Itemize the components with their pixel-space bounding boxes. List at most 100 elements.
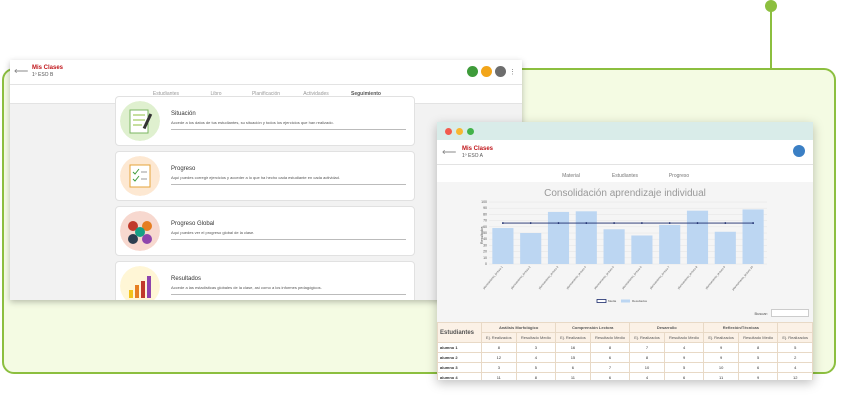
y-tick-label: 60 (483, 225, 487, 229)
class-title: Mis Clases (32, 65, 64, 71)
column-header[interactable]: Ej. Realizados (629, 332, 665, 343)
y-tick-label: 80 (483, 212, 487, 216)
table-row[interactable]: alumno 4 11 8 11 6 4 6 11 9 12 (437, 372, 813, 380)
card-title: Progreso Global (171, 221, 215, 227)
table-cell: 8 (589, 342, 631, 353)
bar[interactable] (714, 231, 736, 264)
column-header[interactable]: Ej. Realizados (481, 332, 517, 343)
table-row[interactable]: alumno 1 8 3 16 8 7 4 9 8 5 (437, 342, 813, 353)
divider (171, 184, 406, 185)
notifications-icon[interactable] (467, 66, 478, 77)
card-progreso[interactable]: Progreso Aquí puedes corregir ejercicios… (115, 151, 415, 201)
table-cell: 7 (629, 342, 665, 353)
decorative-dot (765, 0, 777, 12)
bar[interactable] (631, 235, 653, 264)
x-tick-label: planeamiento_lectura 6 (621, 265, 643, 290)
table-row[interactable]: alumno 2 12 4 15 6 8 9 9 5 2 (437, 352, 813, 363)
table-cell: 15 (555, 352, 591, 363)
messages-icon[interactable] (481, 66, 492, 77)
bar[interactable] (575, 211, 597, 264)
line-point[interactable] (557, 222, 560, 224)
legend-swatch-media (596, 299, 607, 303)
group-header: Comprensión Lectora (555, 322, 631, 333)
table-cell: 9 (703, 342, 739, 353)
table-cell: 5 (663, 362, 705, 373)
table-cell: 8 (481, 342, 517, 353)
maximize-window-icon[interactable] (467, 128, 474, 135)
bar[interactable] (547, 211, 570, 264)
group-header: Desarrollo (629, 322, 705, 333)
divider (171, 129, 406, 130)
class-subtitle: 1º ESO A (462, 153, 484, 159)
y-tick-label: 10 (483, 256, 487, 260)
bar[interactable] (492, 228, 514, 264)
divider (171, 294, 406, 295)
line-point[interactable] (585, 222, 588, 224)
table-row[interactable]: alumno 3 3 5 6 7 10 5 10 6 4 (437, 362, 813, 373)
column-header[interactable]: Ej. Realizados (555, 332, 591, 343)
table-cell: 8 (515, 372, 557, 380)
back-arrow-icon[interactable]: ⟵ (14, 66, 28, 77)
table-cell: 2 (777, 352, 813, 363)
card-progreso-global[interactable]: Progreso Global Aquí puedes ver el progr… (115, 206, 415, 256)
back-arrow-icon[interactable]: ⟵ (442, 147, 456, 158)
column-header[interactable]: Resultado Medio (589, 332, 631, 343)
avatar[interactable] (495, 66, 506, 77)
line-point[interactable] (641, 222, 643, 224)
table-cell: 10 (703, 362, 739, 373)
card-description: Accede a los datos de tus estudiantes, s… (171, 120, 334, 125)
table-cell: 6 (555, 362, 591, 373)
minimize-window-icon[interactable] (456, 128, 463, 135)
bar[interactable] (520, 233, 542, 264)
bar[interactable] (603, 229, 625, 264)
table-cell: 12 (481, 352, 517, 363)
card-description: Aquí puedes ver el progreso global de la… (171, 230, 255, 235)
line-point[interactable] (752, 222, 754, 224)
table-cell: 9 (703, 352, 739, 363)
avatar[interactable] (793, 145, 805, 157)
table-cell: 6 (589, 372, 631, 380)
column-header[interactable]: Resultado Medio (737, 332, 779, 343)
students-header[interactable]: Estudiantes (437, 322, 483, 343)
x-tick-label: planeamiento_lectura 5 (593, 265, 615, 290)
table-cell: 7 (589, 362, 631, 373)
table-cell: 5 (515, 362, 557, 373)
tab-estudiantes[interactable]: Estudiantes (598, 165, 652, 183)
table-cell: 10 (629, 362, 665, 373)
line-point[interactable] (529, 222, 532, 224)
line-point[interactable] (502, 222, 504, 224)
y-tick-label: 70 (483, 219, 487, 223)
bar-chart: Consolidación aprendizaje individual Res… (480, 188, 767, 303)
card-situacion[interactable]: Situación Accede a los datos de tus estu… (115, 96, 415, 146)
more-options-icon[interactable]: ⋮ (509, 68, 516, 76)
card-resultados[interactable]: Resultados Accede a las estadísticas glo… (115, 261, 415, 300)
y-tick-label: 90 (483, 206, 487, 210)
table-cell: 5 (737, 352, 779, 363)
group-header (777, 322, 813, 333)
column-header[interactable]: Ej. Realizados (703, 332, 739, 343)
bar[interactable] (686, 210, 709, 264)
table-cell: 3 (481, 362, 517, 373)
column-header[interactable]: Resultado Medio (515, 332, 557, 343)
tab-progreso[interactable]: Progreso (652, 165, 706, 184)
bar[interactable] (742, 209, 764, 264)
bar[interactable] (659, 224, 681, 264)
column-header[interactable]: Resultado Medio (663, 332, 705, 343)
tab-material[interactable]: Material (544, 165, 598, 183)
progress-table: Estudiantes Análisis Morfológico Compren… (437, 322, 813, 380)
line-point[interactable] (724, 222, 727, 224)
line-point[interactable] (668, 222, 671, 224)
header-icons: ⋮ (467, 66, 516, 77)
x-tick-label: planeamiento_lectura 2 (510, 265, 532, 290)
line-point[interactable] (613, 222, 615, 224)
column-header[interactable]: Ej. Realizados (777, 332, 813, 343)
search-input[interactable] (771, 309, 809, 317)
results-chart-illustration-icon (120, 266, 160, 300)
table-cell: 6 (589, 352, 631, 363)
y-tick-label: 40 (483, 237, 487, 241)
class-title: Mis Clases (462, 146, 494, 152)
table-cell: 4 (515, 352, 557, 363)
close-window-icon[interactable] (445, 128, 452, 135)
line-point[interactable] (696, 222, 699, 224)
decorative-line (770, 8, 772, 68)
